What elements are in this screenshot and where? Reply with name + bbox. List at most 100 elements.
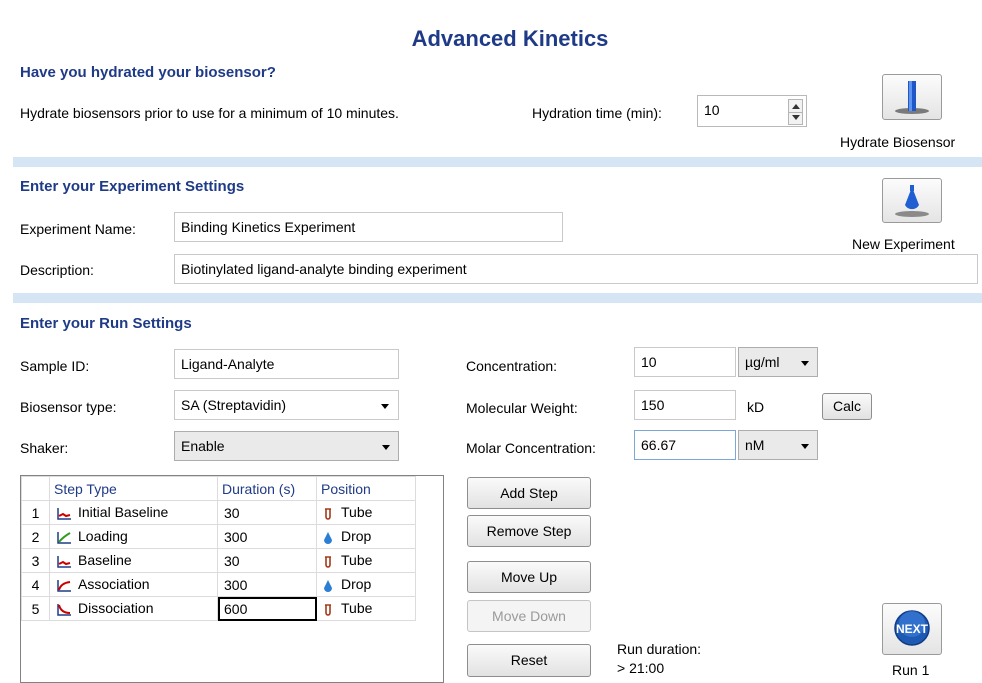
- position-label: Drop: [341, 576, 372, 593]
- steps-header-row: Step Type Duration (s) Position: [21, 476, 416, 501]
- steps-grid[interactable]: Step Type Duration (s) Position 1 Initia…: [20, 475, 444, 683]
- steps-table: Step Type Duration (s) Position 1 Initia…: [21, 476, 416, 621]
- step-type-cell[interactable]: Dissociation: [49, 596, 218, 621]
- position-label: Tube: [341, 552, 373, 569]
- step-type-label: Loading: [78, 528, 128, 545]
- molecular-weight-input[interactable]: 150: [634, 390, 736, 420]
- concentration-input[interactable]: 10: [634, 347, 736, 377]
- molar-concentration-label: Molar Concentration:: [466, 440, 596, 456]
- duration-cell[interactable]: 300: [217, 572, 317, 597]
- chevron-down-icon[interactable]: [801, 444, 809, 449]
- biosensor-type-label: Biosensor type:: [20, 399, 117, 415]
- sample-id-label: Sample ID:: [20, 358, 90, 374]
- tube-icon: [325, 555, 331, 568]
- position-label: Drop: [341, 528, 372, 545]
- table-row[interactable]: 3 Baseline 30 Tube: [21, 548, 416, 573]
- concentration-unit-select[interactable]: µg/ml: [738, 347, 818, 377]
- position-cell[interactable]: Tube: [316, 548, 416, 573]
- loading-icon: [57, 531, 71, 544]
- baseline-icon: [57, 555, 71, 568]
- molar-concentration-input[interactable]: 66.67: [634, 430, 736, 460]
- baseline-icon: [57, 507, 71, 520]
- duration-cell[interactable]: 300: [217, 524, 317, 549]
- position-cell[interactable]: Drop: [316, 572, 416, 597]
- row-number: 5: [21, 596, 50, 621]
- chevron-down-icon[interactable]: [382, 445, 390, 450]
- new-experiment-label: New Experiment: [852, 236, 955, 252]
- next-button[interactable]: NEXT: [882, 603, 942, 655]
- step-type-label: Initial Baseline: [78, 504, 169, 521]
- position-cell[interactable]: Tube: [316, 500, 416, 525]
- experiment-heading: Enter your Experiment Settings: [20, 178, 245, 195]
- hydration-time-label: Hydration time (min):: [532, 105, 662, 121]
- molar-unit-select[interactable]: nM: [738, 430, 818, 460]
- flask-icon: [895, 185, 929, 217]
- description-input[interactable]: Biotinylated ligand-analyte binding expe…: [174, 254, 978, 284]
- row-number: 2: [21, 524, 50, 549]
- run-duration-label: Run duration:: [617, 641, 702, 657]
- step-type-label: Dissociation: [78, 600, 154, 617]
- experiment-name-input[interactable]: Binding Kinetics Experiment: [174, 212, 563, 242]
- hydrate-note: Hydrate biosensors prior to use for a mi…: [20, 105, 399, 121]
- position-label: Tube: [341, 504, 373, 521]
- shaker-select[interactable]: Enable: [174, 431, 399, 461]
- spin-down-icon[interactable]: [792, 115, 800, 120]
- table-row[interactable]: 1 Initial Baseline 30 Tube: [21, 500, 416, 525]
- move-down-button[interactable]: Move Down: [467, 600, 591, 632]
- run-heading: Enter your Run Settings: [20, 315, 192, 332]
- page-title: Advanced Kinetics: [411, 26, 609, 51]
- step-type-cell[interactable]: Association: [49, 572, 218, 597]
- position-label: Tube: [341, 600, 373, 617]
- row-number: 3: [21, 548, 50, 573]
- position-cell[interactable]: Tube: [316, 596, 416, 621]
- section-divider: [13, 293, 982, 303]
- run-label: Run 1: [892, 662, 930, 678]
- position-header[interactable]: Position: [316, 476, 416, 501]
- dissociation-icon: [57, 603, 71, 616]
- hydrate-heading: Have you hydrated your biosensor?: [20, 64, 276, 81]
- duration-cell[interactable]: 30: [217, 548, 317, 573]
- section-divider: [13, 157, 982, 167]
- molecular-weight-label: Molecular Weight:: [466, 400, 578, 416]
- biosensor-type-select[interactable]: SA (Streptavidin): [174, 390, 399, 420]
- description-label: Description:: [20, 262, 94, 278]
- sample-id-input[interactable]: Ligand-Analyte: [174, 349, 399, 379]
- table-row[interactable]: 4 Association 300 Drop: [21, 572, 416, 597]
- chevron-down-icon[interactable]: [381, 404, 389, 409]
- row-number: 4: [21, 572, 50, 597]
- move-up-button[interactable]: Move Up: [467, 561, 591, 593]
- duration-cell[interactable]: 600: [217, 596, 317, 621]
- step-type-label: Association: [78, 576, 150, 593]
- add-step-button[interactable]: Add Step: [467, 477, 591, 509]
- concentration-unit: µg/ml: [745, 354, 780, 370]
- row-number-header: [21, 476, 50, 501]
- experiment-name-label: Experiment Name:: [20, 221, 136, 237]
- spin-up-icon[interactable]: [792, 104, 800, 109]
- biosensor-type-value: SA (Streptavidin): [181, 397, 287, 413]
- association-icon: [57, 579, 71, 592]
- hydrate-biosensor-button[interactable]: [882, 74, 942, 120]
- calc-button[interactable]: Calc: [822, 393, 872, 420]
- duration-cell[interactable]: 30: [217, 500, 317, 525]
- run-duration-value: > 21:00: [617, 660, 665, 676]
- duration-header[interactable]: Duration (s): [217, 476, 317, 501]
- next-icon: NEXT: [894, 610, 930, 646]
- tube-icon: [325, 603, 331, 616]
- position-cell[interactable]: Drop: [316, 524, 416, 549]
- remove-step-button[interactable]: Remove Step: [467, 515, 591, 547]
- step-type-cell[interactable]: Initial Baseline: [49, 500, 218, 525]
- hydration-time-spinner[interactable]: [788, 99, 803, 125]
- chevron-down-icon[interactable]: [801, 361, 809, 366]
- table-row[interactable]: 2 Loading 300 Drop: [21, 524, 416, 549]
- new-experiment-button[interactable]: [882, 178, 942, 223]
- table-row[interactable]: 5 Dissociation 600 Tube: [21, 596, 416, 621]
- molecular-weight-unit: kD: [747, 399, 765, 415]
- hydration-time-input[interactable]: 10: [697, 95, 807, 127]
- step-type-cell[interactable]: Loading: [49, 524, 218, 549]
- reset-button[interactable]: Reset: [467, 644, 591, 677]
- shaker-label: Shaker:: [20, 440, 69, 456]
- shaker-value: Enable: [181, 438, 225, 454]
- drop-icon: [324, 531, 332, 544]
- step-type-cell[interactable]: Baseline: [49, 548, 218, 573]
- step-type-header[interactable]: Step Type: [49, 476, 218, 501]
